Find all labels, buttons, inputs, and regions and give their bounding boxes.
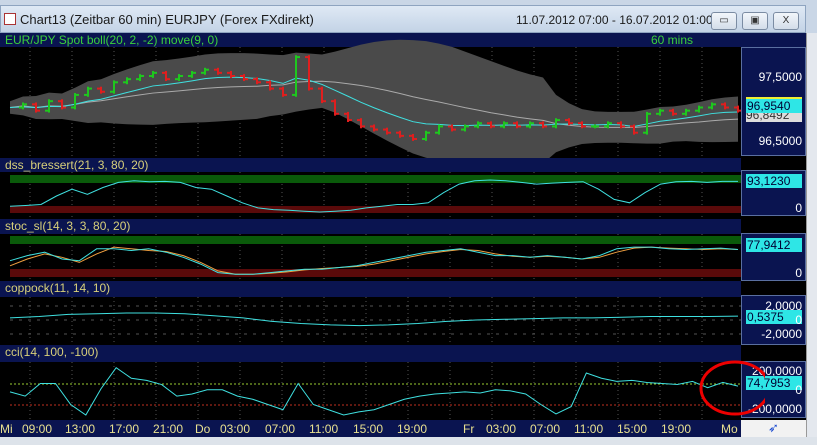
time-label: Mi [0,422,13,436]
stoc-zero-tick: 0 [795,266,802,280]
cci-label: cci(14, 100, -100) [5,345,99,359]
cci-panel-header: cci(14, 100, -100) [0,345,741,362]
time-label: 03:00 [220,422,251,436]
time-label: Do [195,422,211,436]
price-tick-bottom: 96,5000 [758,134,802,148]
last-price-tag: 96,9540 [746,97,802,113]
close-button[interactable]: X [773,12,799,30]
price-axis: 97,5000 96,8492 96,9540 96,5000 [741,47,806,156]
chart-window-icon [4,13,16,25]
dss-zero-tick: 0 [795,201,802,215]
stoc-panel-header: stoc_sl(14, 3, 3, 80, 20) [0,219,741,234]
time-label: 07:00 [265,422,296,436]
stoc-overbought-band [10,236,741,244]
red-circle-annotation [699,360,765,416]
time-label: 15:00 [617,422,648,436]
coppock-axis: 2,0000 0,5375 0 -2,0000 [741,295,806,345]
date-range: 11.07.2012 07:00 - 16.07.2012 01:00 [516,13,713,27]
time-label: Fr [463,422,475,436]
time-label: 21:00 [153,422,184,436]
coppock-line [9,312,739,327]
time-label: 19:00 [661,422,692,436]
price-tick-top: 97,5000 [758,70,802,84]
stoc-label: stoc_sl(14, 3, 3, 80, 20) [5,219,131,233]
time-label: 09:00 [22,422,53,436]
coppock-label: coppock(11, 14, 10) [5,281,111,295]
time-label: 17:00 [109,422,140,436]
window-title: Chart13 (Zeitbar 60 min) EURJPY (Forex F… [20,12,314,27]
dss-value-tag: 93,1230 [746,174,802,188]
time-label: 15:00 [353,422,384,436]
bollinger-band [10,39,738,165]
restore-button[interactable]: ▣ [742,12,768,30]
draw-tool-icon[interactable]: ➶ [741,420,806,437]
time-label: 13:00 [65,422,96,436]
vertical-scrollbar[interactable] [806,33,817,437]
dss-panel-header: dss_bressert(21, 3, 80, 20) [0,158,741,172]
sheet-tabs-bar[interactable] [0,437,817,445]
coppock-panel-header: coppock(11, 14, 10) [0,281,741,297]
dss-label: dss_bressert(21, 3, 80, 20) [5,158,149,172]
time-label: 11:00 [574,422,604,436]
stoc-value-tag: 77,9412 [746,238,802,252]
coppock-value-tag: 0,5375 [746,310,802,324]
chart-area[interactable]: EUR/JPY Spot boll(20, 2, -2) move(9, 0) … [0,33,806,437]
stoc-axis: 77,9412 0 [741,233,806,281]
cci-line [9,367,739,416]
time-axis: Mi 09:00 13:00 17:00 21:00 Do 03:00 07:00 11:00 1… [0,420,741,437]
coppock-tick-bottom: -2,0000 [761,327,802,341]
cci-zero-tick: 0 [795,383,802,397]
coppock-zero-tick: 0 [795,313,802,327]
dss-axis: 93,1230 0 [741,170,806,216]
time-label: Mo [721,422,738,436]
time-label: 11:00 [309,422,339,436]
time-label: 07:00 [530,422,561,436]
stoc-oversold-band [10,269,741,277]
time-label: 19:00 [397,422,428,436]
window-titlebar: Chart13 (Zeitbar 60 min) EURJPY (Forex F… [0,5,806,33]
time-label: 03:00 [486,422,517,436]
minimize-button[interactable]: ▭ [711,12,737,30]
